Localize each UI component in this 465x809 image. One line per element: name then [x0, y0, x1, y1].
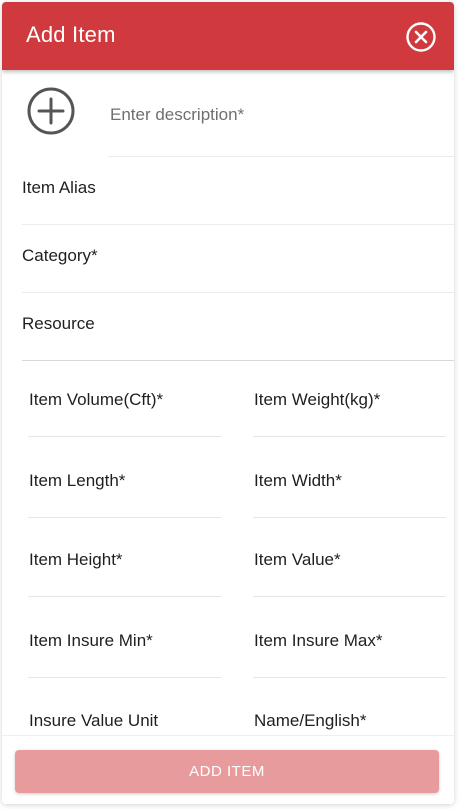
item-weight-field[interactable]: Item Weight(kg)* — [253, 370, 446, 437]
item-insure-min-field[interactable]: Item Insure Min* — [28, 611, 221, 678]
insure-value-unit-field[interactable]: Insure Value Unit — [28, 691, 221, 735]
category-label: Category* — [22, 246, 98, 265]
item-volume-field[interactable]: Item Volume(Cft)* — [28, 370, 221, 437]
item-length-field[interactable]: Item Length* — [28, 451, 221, 518]
item-insure-max-label: Item Insure Max* — [254, 631, 383, 650]
item-height-label: Item Height* — [29, 550, 123, 569]
add-item-dialog: Add Item Item Alias Category* — [2, 2, 454, 804]
dialog-header: Add Item — [2, 2, 454, 70]
dialog-title: Add Item — [26, 22, 116, 47]
item-length-label: Item Length* — [29, 471, 126, 490]
dialog-body: Item Alias Category* Resource Item Volum… — [2, 70, 454, 735]
item-width-label: Item Width* — [254, 471, 342, 490]
item-weight-label: Item Weight(kg)* — [254, 390, 381, 409]
item-value-label: Item Value* — [254, 550, 341, 569]
item-value-field[interactable]: Item Value* — [253, 530, 446, 597]
resource-field[interactable]: Resource — [22, 293, 454, 361]
resource-label: Resource — [22, 314, 95, 333]
name-english-label: Name/English* — [254, 711, 367, 730]
description-field — [108, 90, 454, 157]
close-circle-icon — [406, 22, 436, 52]
item-height-field[interactable]: Item Height* — [28, 530, 221, 597]
category-field[interactable]: Category* — [22, 225, 454, 293]
plus-circle-icon — [27, 87, 75, 135]
insure-value-unit-label: Insure Value Unit — [29, 711, 159, 730]
name-english-field[interactable]: Name/English* — [253, 691, 446, 735]
close-button[interactable] — [405, 21, 437, 53]
item-alias-field[interactable]: Item Alias — [22, 157, 454, 225]
item-insure-min-label: Item Insure Min* — [29, 631, 153, 650]
add-item-button[interactable]: ADD ITEM — [15, 750, 439, 793]
item-width-field[interactable]: Item Width* — [253, 451, 446, 518]
dialog-footer: ADD ITEM — [2, 735, 454, 804]
item-insure-max-field[interactable]: Item Insure Max* — [253, 611, 446, 678]
description-input[interactable] — [108, 104, 432, 126]
add-image-button[interactable] — [26, 86, 76, 136]
item-volume-label: Item Volume(Cft)* — [29, 390, 164, 409]
item-alias-label: Item Alias — [22, 178, 96, 197]
